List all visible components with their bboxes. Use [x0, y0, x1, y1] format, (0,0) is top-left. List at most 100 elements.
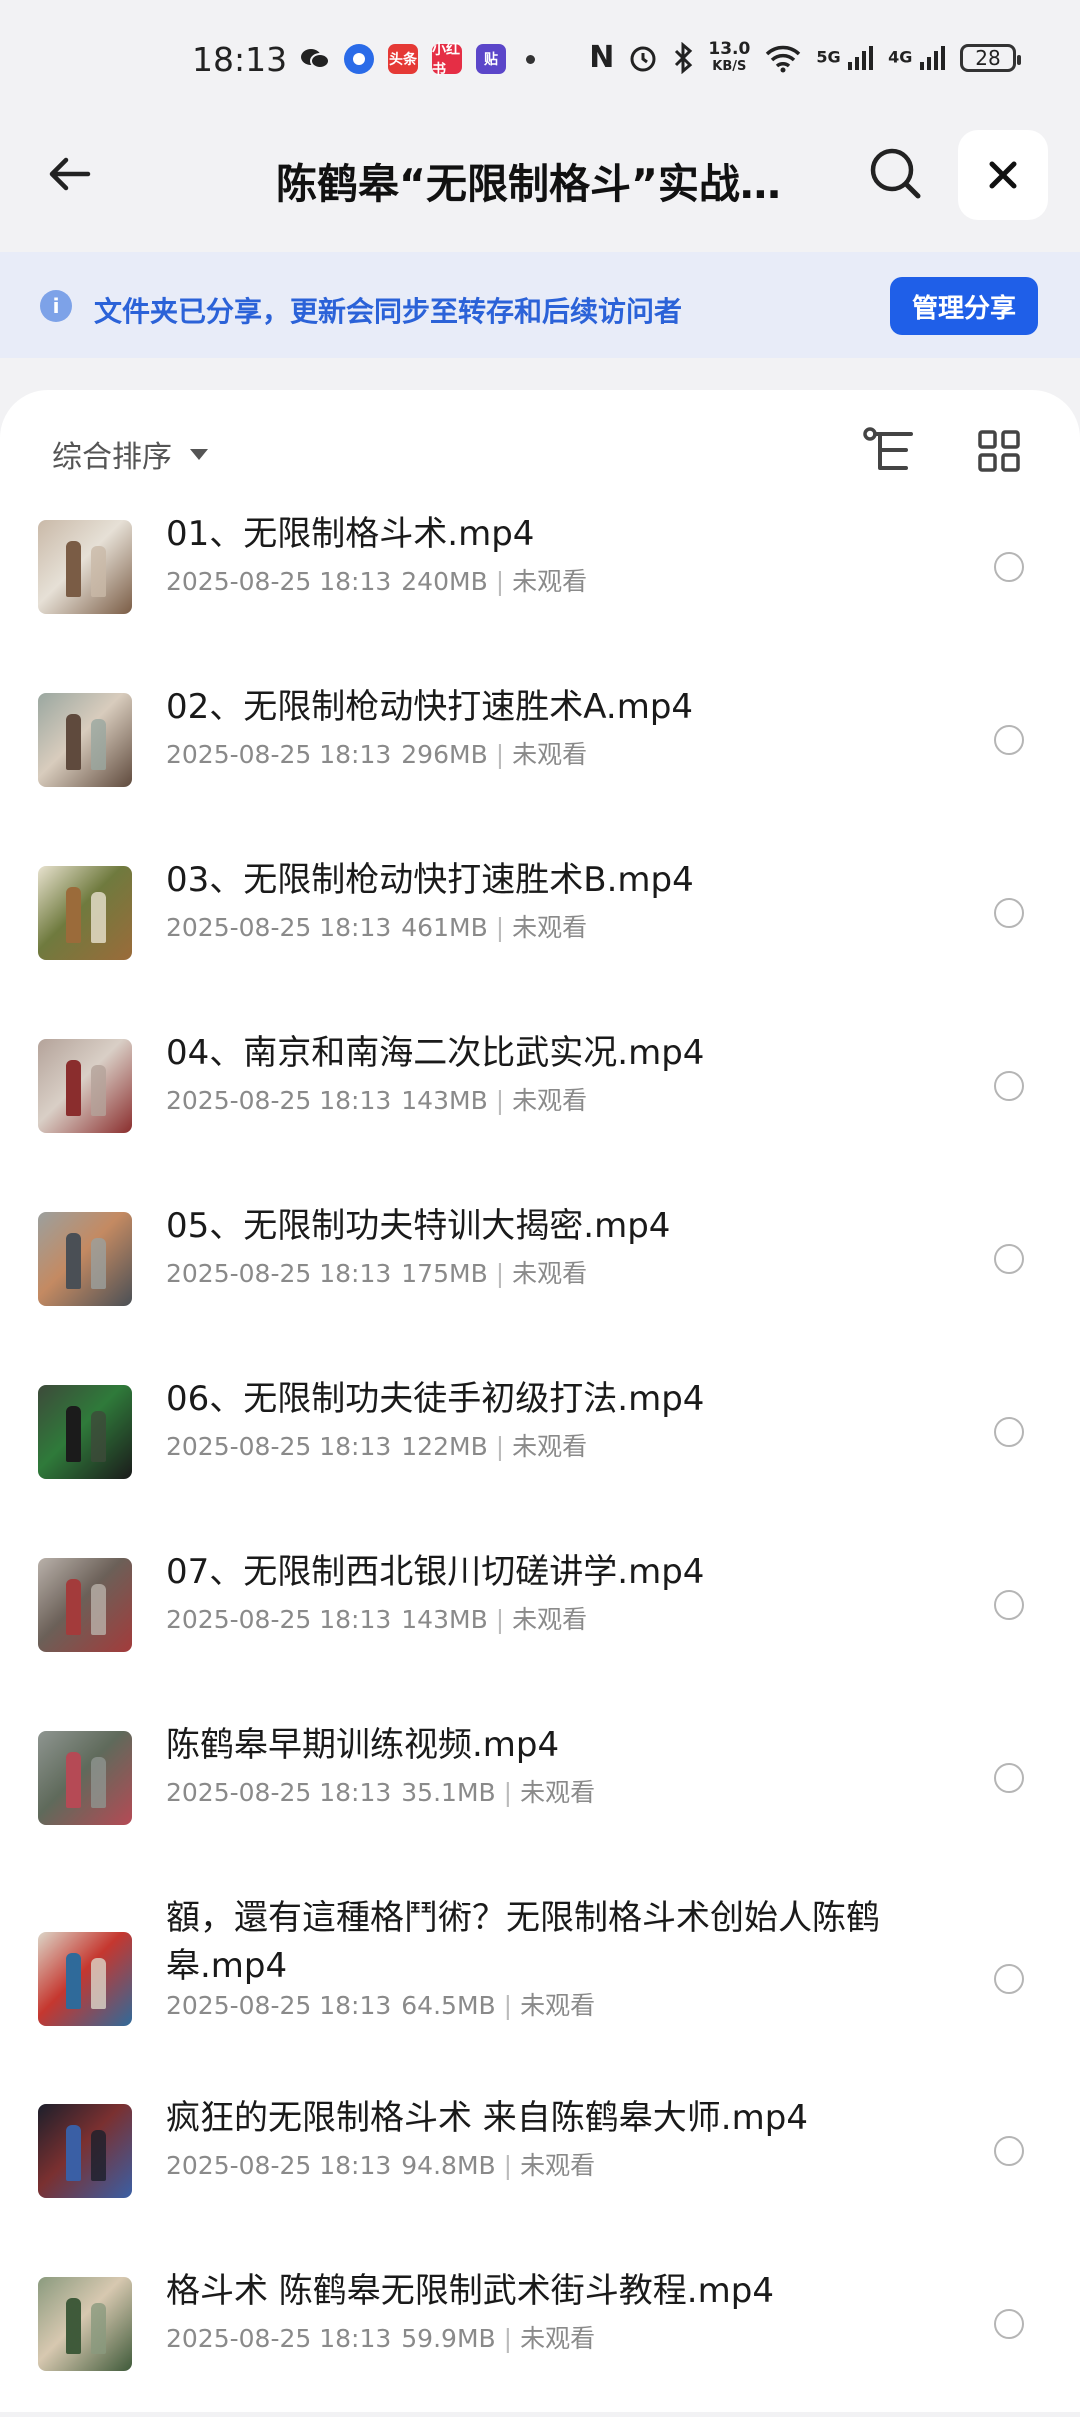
file-name: 02、无限制枪动快打速胜术A.mp4 [166, 687, 694, 727]
file-meta: 2025-08-25 18:13 59.9MB | 未观看 [166, 2319, 595, 2355]
file-meta: 2025-08-25 18:13 122MB | 未观看 [166, 1427, 587, 1463]
sort-label: 综合排序 [52, 440, 172, 475]
select-checkbox[interactable] [994, 1964, 1024, 1994]
more-notifications-dot [526, 54, 535, 64]
select-checkbox[interactable] [994, 2309, 1024, 2339]
file-row[interactable]: 05、无限制功夫特训大揭密.mp4 2025-08-25 18:13 175MB | 未… [0, 1202, 1080, 1352]
back-arrow-icon[interactable] [44, 148, 96, 200]
file-row[interactable]: 02、无限制枪动快打速胜术A.mp4 2025-08-25 18:13 296MB |… [0, 683, 1080, 833]
video-thumbnail [38, 2277, 132, 2371]
select-checkbox[interactable] [994, 1244, 1024, 1274]
grid-view-icon[interactable] [978, 430, 1020, 472]
meta-separator: | [503, 1778, 513, 1807]
file-size: 175MB [401, 1259, 488, 1288]
select-checkbox[interactable] [994, 1763, 1024, 1793]
file-size: 35.1MB [401, 1778, 496, 1807]
file-date: 2025-08-25 18:13 [166, 1086, 392, 1115]
file-meta: 2025-08-25 18:13 143MB | 未观看 [166, 1081, 587, 1117]
watch-status: 未观看 [520, 2324, 596, 2353]
file-size: 122MB [401, 1432, 488, 1461]
watch-status: 未观看 [512, 1605, 588, 1634]
meta-separator: | [495, 740, 505, 769]
file-meta: 2025-08-25 18:13 143MB | 未观看 [166, 1600, 587, 1636]
info-icon: i [40, 290, 72, 322]
file-row[interactable]: 07、无限制西北银川切磋讲学.mp4 2025-08-25 18:13 143MB |… [0, 1548, 1080, 1698]
file-meta: 2025-08-25 18:13 175MB | 未观看 [166, 1254, 587, 1290]
wechat-icon [300, 44, 330, 74]
meta-separator: | [495, 1432, 505, 1461]
select-checkbox[interactable] [994, 898, 1024, 928]
tieba-icon: 贴 [476, 44, 506, 74]
tree-view-icon[interactable] [862, 426, 916, 474]
video-thumbnail [38, 1385, 132, 1479]
video-thumbnail [38, 1558, 132, 1652]
sort-dropdown[interactable]: 综合排序 [52, 432, 208, 476]
select-checkbox[interactable] [994, 1417, 1024, 1447]
file-date: 2025-08-25 18:13 [166, 567, 392, 596]
watch-status: 未观看 [512, 740, 588, 769]
file-date: 2025-08-25 18:13 [166, 2324, 392, 2353]
close-button[interactable] [958, 130, 1048, 220]
select-checkbox[interactable] [994, 1590, 1024, 1620]
meta-separator: | [495, 1605, 505, 1634]
page-title: 陈鹤皋“无限制格斗”实战训... [276, 160, 816, 208]
video-thumbnail [38, 1039, 132, 1133]
watch-status: 未观看 [520, 1991, 596, 2020]
meta-separator: | [503, 2324, 513, 2353]
status-time: 18:13 [192, 40, 288, 79]
select-checkbox[interactable] [994, 725, 1024, 755]
select-checkbox[interactable] [994, 2136, 1024, 2166]
file-size: 94.8MB [401, 2151, 496, 2180]
file-name: 07、无限制西北银川切磋讲学.mp4 [166, 1552, 705, 1592]
file-name: 格斗术 陈鹤皋无限制武术街斗教程.mp4 [166, 2271, 774, 2311]
file-size: 296MB [401, 740, 488, 769]
file-row[interactable]: 疯狂的无限制格斗术 来自陈鹤皋大师.mp4 2025-08-25 18:13 94.… [0, 2094, 1080, 2244]
file-name: 04、南京和南海二次比武实况.mp4 [166, 1033, 705, 1073]
video-thumbnail [38, 866, 132, 960]
file-meta: 2025-08-25 18:13 240MB | 未观看 [166, 562, 587, 598]
watch-status: 未观看 [520, 2151, 596, 2180]
search-icon[interactable] [868, 146, 924, 202]
meta-separator: | [503, 2151, 513, 2180]
file-meta: 2025-08-25 18:13 461MB | 未观看 [166, 908, 587, 944]
battery-indicator: 28 [960, 43, 1021, 72]
file-row[interactable]: 陈鹤皋早期训练视频.mp4 2025-08-25 18:13 35.1MB | 未观看 [0, 1721, 1080, 1871]
signal-5g-icon: 5G [816, 44, 874, 72]
caret-down-icon [190, 448, 208, 460]
nfc-icon: N [589, 40, 615, 75]
file-row[interactable]: 額，還有這種格鬥術？无限制格斗术创始人陈鹤皋.mp4 2025-08-25 18:… [0, 1894, 1080, 2044]
watch-status: 未观看 [512, 1432, 588, 1461]
watch-status: 未观看 [512, 567, 588, 596]
file-date: 2025-08-25 18:13 [166, 1991, 392, 2020]
file-meta: 2025-08-25 18:13 296MB | 未观看 [166, 735, 587, 771]
video-thumbnail [38, 693, 132, 787]
file-date: 2025-08-25 18:13 [166, 1778, 392, 1807]
net-speed: 13.0 KB/S [708, 38, 751, 74]
manage-share-button[interactable]: 管理分享 [890, 277, 1038, 335]
file-date: 2025-08-25 18:13 [166, 1259, 392, 1288]
file-size: 240MB [401, 567, 488, 596]
select-checkbox[interactable] [994, 1071, 1024, 1101]
meta-separator: | [503, 1991, 513, 2020]
wifi-icon [766, 45, 801, 72]
toutiao-icon: 头条 [388, 44, 418, 74]
file-row[interactable]: 03、无限制枪动快打速胜术B.mp4 2025-08-25 18:13 461MB |… [0, 856, 1080, 1006]
file-size: 143MB [401, 1086, 488, 1115]
video-thumbnail [38, 2104, 132, 2198]
file-row[interactable]: 06、无限制功夫徒手初级打法.mp4 2025-08-25 18:13 122MB |… [0, 1375, 1080, 1525]
file-date: 2025-08-25 18:13 [166, 2151, 392, 2180]
file-row[interactable]: 04、南京和南海二次比武实况.mp4 2025-08-25 18:13 143MB |… [0, 1029, 1080, 1179]
signal-4g-icon: 4G [888, 44, 946, 72]
file-size: 143MB [401, 1605, 488, 1634]
file-row[interactable]: 01、无限制格斗术.mp4 2025-08-25 18:13 240MB | 未观看 [0, 510, 1080, 660]
file-name: 03、无限制枪动快打速胜术B.mp4 [166, 860, 694, 900]
file-name: 05、无限制功夫特训大揭密.mp4 [166, 1206, 671, 1246]
file-size: 461MB [401, 913, 488, 942]
select-checkbox[interactable] [994, 552, 1024, 582]
share-notice-text: 文件夹已分享，更新会同步至转存和后续访问者 [94, 295, 683, 328]
meta-separator: | [495, 567, 505, 596]
status-bar: 18:13 头条 小红书贴 N 13.0 KB/S 5G 4G 28 [0, 0, 1080, 120]
watch-status: 未观看 [512, 1086, 588, 1115]
file-row[interactable]: 格斗术 陈鹤皋无限制武术街斗教程.mp4 2025-08-25 18:13 59.9… [0, 2267, 1080, 2417]
browser-icon [344, 44, 374, 74]
